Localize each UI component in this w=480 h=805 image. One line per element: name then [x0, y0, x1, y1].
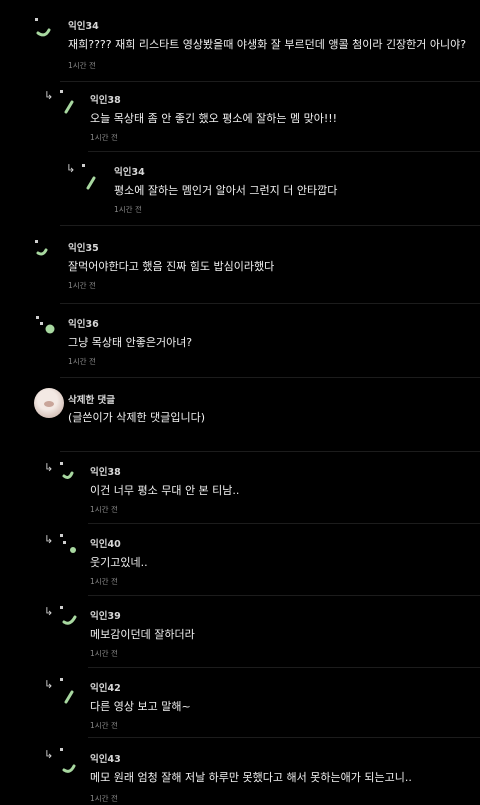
reply-arrow-icon: ↳ — [44, 748, 54, 761]
avatar[interactable] — [33, 314, 63, 344]
comment-text: 메보감이던데 잘하더라 — [90, 628, 195, 641]
reply-arrow-icon: ↳ — [44, 89, 54, 102]
author-name[interactable]: 익인40 — [90, 536, 121, 550]
reply-item: ↳ 익인39 메보감이던데 잘하더라 1시간 전 — [0, 596, 480, 668]
author-name[interactable]: 익인36 — [68, 316, 99, 330]
comment-text: 웃기고있네.. — [90, 556, 148, 569]
avatar[interactable] — [33, 16, 63, 46]
reply-arrow-icon: ↳ — [44, 678, 54, 691]
comment-text: 메모 원래 엄청 잘해 저날 하루만 못했다고 해서 못하는애가 되는고니.. — [90, 771, 412, 784]
avatar[interactable] — [60, 460, 90, 490]
reply-item: ↳ 익인34 평소에 잘하는 멤인거 알아서 그런지 더 안타깝다 1시간 전 — [0, 152, 480, 226]
comment-item: 익인35 잘먹어야한다고 했음 진짜 힘도 밥심이라했다 1시간 전 — [0, 226, 480, 304]
avatar[interactable] — [60, 88, 90, 118]
avatar[interactable] — [33, 238, 63, 268]
author-name[interactable]: 익인35 — [68, 240, 99, 254]
comment-text: 오늘 목상태 좀 안 좋긴 했오 평소에 잘하는 멤 맞아!!! — [90, 112, 338, 125]
comment-text: 다른 영상 보고 말해~ — [90, 700, 191, 713]
author-name[interactable]: 익인34 — [68, 18, 99, 32]
reply-item: ↳ 익인40 웃기고있네.. 1시간 전 — [0, 524, 480, 596]
comment-text: 평소에 잘하는 멤인거 알아서 그런지 더 안타깝다 — [114, 184, 338, 197]
timestamp: 1시간 전 — [90, 505, 118, 514]
reply-arrow-icon: ↳ — [66, 162, 76, 175]
comment-text: 재희???? 재희 리스타트 영상봤을때 야생화 잘 부르던데 앵콜 첨이라 긴… — [68, 38, 467, 51]
author-name: 삭제한 댓글 — [68, 395, 116, 406]
reply-item: ↳ 익인38 이건 너무 평소 무대 안 본 티남.. 1시간 전 — [0, 452, 480, 524]
reply-arrow-icon: ↳ — [44, 605, 54, 618]
timestamp: 1시간 전 — [90, 133, 118, 142]
avatar[interactable] — [82, 162, 112, 192]
comment-item: 익인34 재희???? 재희 리스타트 영상봤을때 야생화 잘 부르던데 앵콜 … — [0, 0, 480, 82]
author-name[interactable]: 익인38 — [90, 464, 121, 478]
reply-arrow-icon: ↳ — [44, 461, 54, 474]
avatar[interactable] — [60, 532, 90, 562]
avatar[interactable] — [60, 676, 90, 706]
author-name[interactable]: 익인42 — [90, 680, 121, 694]
author-name[interactable]: 익인38 — [90, 92, 121, 106]
timestamp: 1시간 전 — [90, 649, 118, 658]
timestamp: 1시간 전 — [68, 357, 96, 366]
reply-arrow-icon: ↳ — [44, 533, 54, 546]
comment-text: 잘먹어야한다고 했음 진짜 힘도 밥심이라했다 — [68, 260, 275, 273]
comment-text: 그냥 목상태 안좋은거아녀? — [68, 336, 193, 349]
comment-item: 익인36 그냥 목상태 안좋은거아녀? 1시간 전 — [0, 304, 480, 378]
timestamp: 1시간 전 — [68, 61, 96, 70]
timestamp: 1시간 전 — [68, 281, 96, 290]
timestamp: 1시간 전 — [90, 577, 118, 586]
deleted-comment-item: 삭제한 댓글 (글쓴이가 삭제한 댓글입니다) — [0, 378, 480, 452]
comment-text: (글쓴이가 삭제한 댓글입니다) — [68, 411, 206, 424]
timestamp: 1시간 전 — [90, 794, 118, 803]
reply-item: ↳ 익인38 오늘 목상태 좀 안 좋긴 했오 평소에 잘하는 멤 맞아!!! … — [0, 82, 480, 152]
reply-item: ↳ 익인43 메모 원래 엄청 잘해 저날 하루만 못했다고 해서 못하는애가 … — [0, 738, 480, 805]
author-name[interactable]: 익인39 — [90, 608, 121, 622]
avatar[interactable] — [60, 604, 90, 634]
avatar[interactable] — [60, 746, 90, 776]
avatar[interactable] — [34, 388, 64, 418]
timestamp: 1시간 전 — [90, 721, 118, 730]
author-name[interactable]: 익인43 — [90, 751, 121, 765]
comment-list: 익인34 재희???? 재희 리스타트 영상봤을때 야생화 잘 부르던데 앵콜 … — [0, 0, 480, 805]
reply-item: ↳ 익인42 다른 영상 보고 말해~ 1시간 전 — [0, 668, 480, 738]
comment-text: 이건 너무 평소 무대 안 본 티남.. — [90, 484, 240, 497]
timestamp: 1시간 전 — [114, 205, 142, 214]
author-name[interactable]: 익인34 — [114, 164, 145, 178]
